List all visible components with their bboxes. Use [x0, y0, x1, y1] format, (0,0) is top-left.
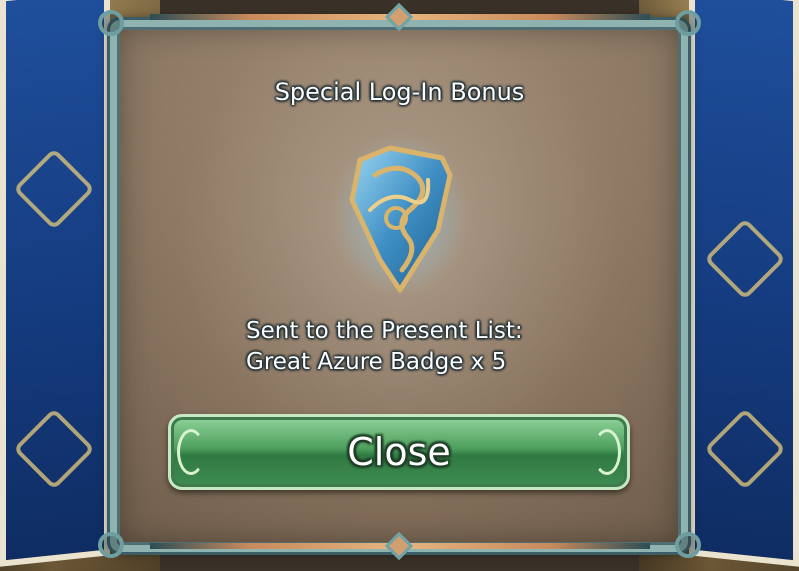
reward-message-line: Sent to the Present List:: [246, 318, 523, 344]
close-button[interactable]: Close: [168, 414, 630, 490]
corner-knot-icon: [675, 10, 701, 36]
great-azure-badge-icon: [330, 130, 470, 300]
close-button-label: Close: [347, 430, 451, 474]
corner-knot-icon: [98, 532, 124, 558]
corner-knot-icon: [98, 10, 124, 36]
reward-message: Sent to the Present List: Great Azure Ba…: [246, 316, 523, 378]
reward-item-line: Great Azure Badge x 5: [246, 349, 507, 375]
corner-knot-icon: [675, 532, 701, 558]
dialog-title: Special Log-In Bonus: [274, 78, 525, 106]
game-screen: Special Log-In Bonus Sent to the Present…: [0, 0, 799, 571]
